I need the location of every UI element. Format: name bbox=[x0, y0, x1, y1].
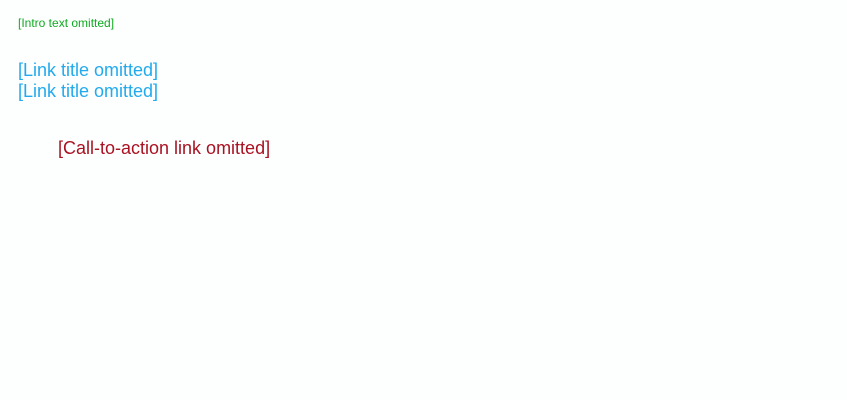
intro-text: [Intro text omitted] bbox=[18, 16, 115, 30]
cta-link[interactable]: [Call-to-action link omitted] bbox=[58, 138, 270, 159]
gallery-link-2[interactable]: [Link title omitted] bbox=[18, 81, 158, 102]
gallery-link-1[interactable]: [Link title omitted] bbox=[18, 60, 158, 81]
gallery-links: [Link title omitted] [Link title omitted… bbox=[18, 60, 158, 102]
